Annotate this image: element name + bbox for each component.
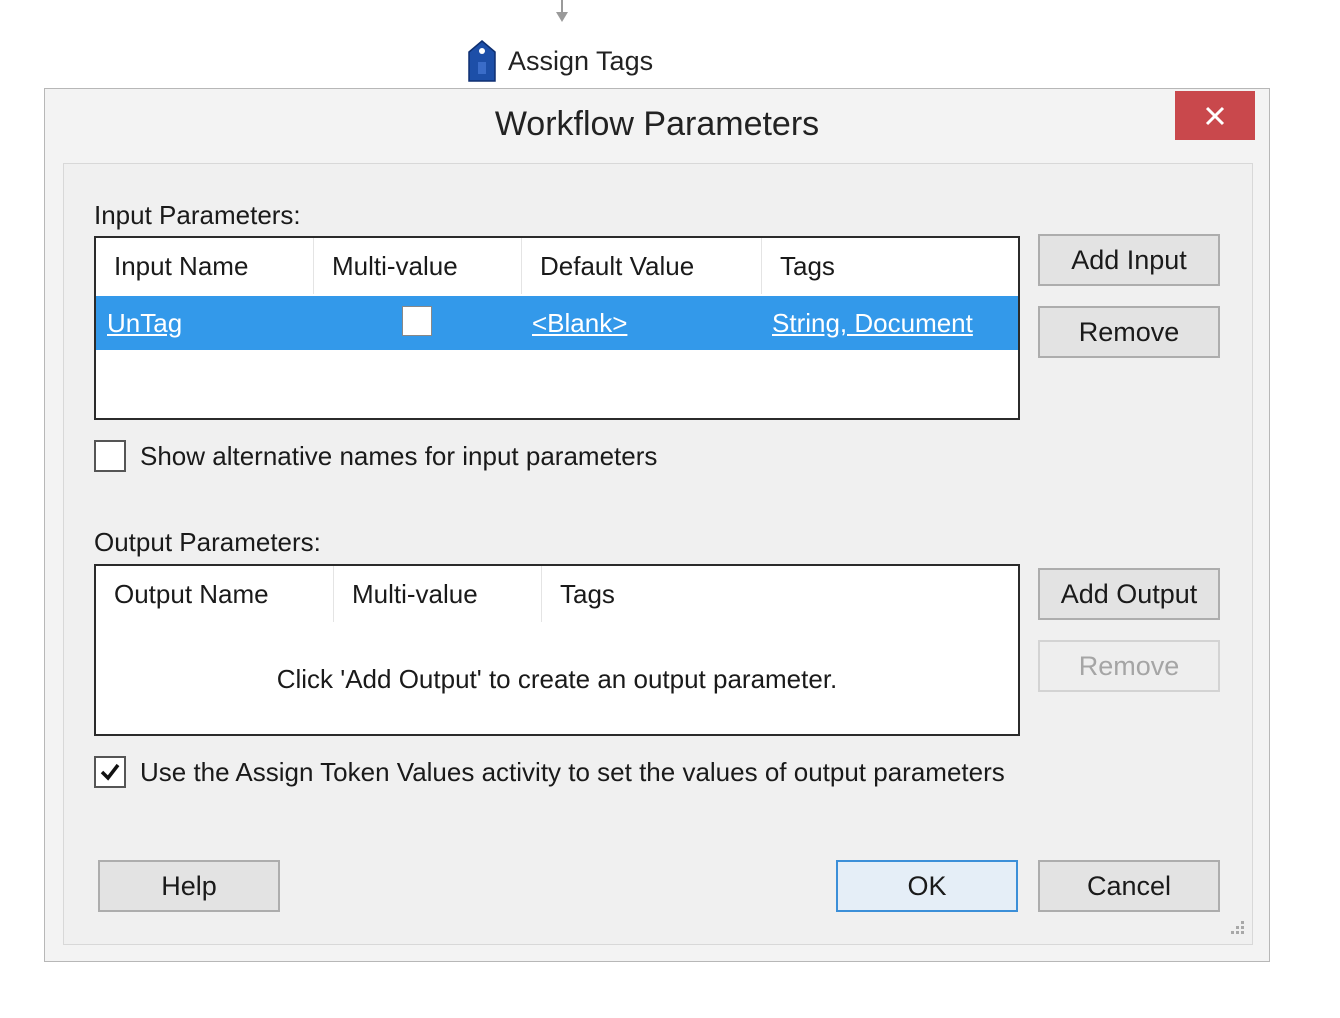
output-grid-header: Output Name Multi-value Tags: [96, 566, 1018, 624]
alt-names-option[interactable]: Show alternative names for input paramet…: [94, 440, 657, 472]
remove-output-button[interactable]: Remove: [1038, 640, 1220, 692]
input-grid-header: Input Name Multi-value Default Value Tag…: [96, 238, 1018, 296]
column-header-input-name[interactable]: Input Name: [96, 238, 314, 294]
input-parameters-grid[interactable]: Input Name Multi-value Default Value Tag…: [94, 236, 1020, 420]
close-button[interactable]: [1175, 91, 1255, 140]
cancel-button[interactable]: Cancel: [1038, 860, 1220, 912]
input-parameters-label: Input Parameters:: [94, 200, 301, 230]
empty-output-message: Click 'Add Output' to create an output p…: [276, 664, 838, 694]
column-header-tags[interactable]: Tags: [542, 566, 1018, 622]
output-parameters-label: Output Parameters:: [94, 527, 321, 557]
dialog-content: Input Parameters: Input Name Multi-value…: [63, 163, 1253, 945]
ok-button[interactable]: OK: [836, 860, 1018, 912]
remove-input-button[interactable]: Remove: [1038, 306, 1220, 358]
dialog-title: Workflow Parameters: [494, 105, 820, 143]
alt-names-label: Show alternative names for input paramet…: [140, 440, 658, 471]
resize-grip-icon[interactable]: [1228, 920, 1246, 938]
assign-token-label: Use the Assign Token Values activity to …: [140, 756, 1005, 787]
workflow-parameters-dialog: Workflow Parameters Input Parameters: In…: [44, 88, 1270, 962]
add-input-button[interactable]: Add Input: [1038, 234, 1220, 286]
table-row[interactable]: UnTag <Blank> String, Document: [96, 296, 1018, 350]
output-parameters-grid[interactable]: Output Name Multi-value Tags Click 'Add …: [94, 564, 1020, 736]
help-button[interactable]: Help: [98, 860, 280, 912]
default-value-link[interactable]: <Blank>: [532, 296, 627, 350]
close-icon: [1205, 106, 1225, 125]
alt-names-checkbox[interactable]: [94, 440, 126, 472]
column-header-tags[interactable]: Tags: [762, 238, 1018, 294]
tag-icon: [468, 40, 496, 82]
assign-token-checkbox[interactable]: [94, 756, 126, 788]
tags-link[interactable]: String, Document: [772, 296, 973, 350]
checkmark-icon: [100, 763, 120, 781]
column-header-output-name[interactable]: Output Name: [96, 566, 334, 622]
activity-label: Assign Tags: [508, 45, 654, 76]
input-name-link[interactable]: UnTag: [107, 296, 182, 350]
flow-connector-arrow: [556, 0, 568, 22]
add-output-button[interactable]: Add Output: [1038, 568, 1220, 620]
column-header-default-value[interactable]: Default Value: [522, 238, 762, 294]
assign-tags-activity[interactable]: Assign Tags: [466, 40, 653, 82]
column-header-multi-value[interactable]: Multi-value: [314, 238, 522, 294]
multi-value-checkbox[interactable]: [402, 306, 432, 336]
column-header-multi-value[interactable]: Multi-value: [334, 566, 542, 622]
assign-token-option[interactable]: Use the Assign Token Values activity to …: [94, 756, 1005, 788]
